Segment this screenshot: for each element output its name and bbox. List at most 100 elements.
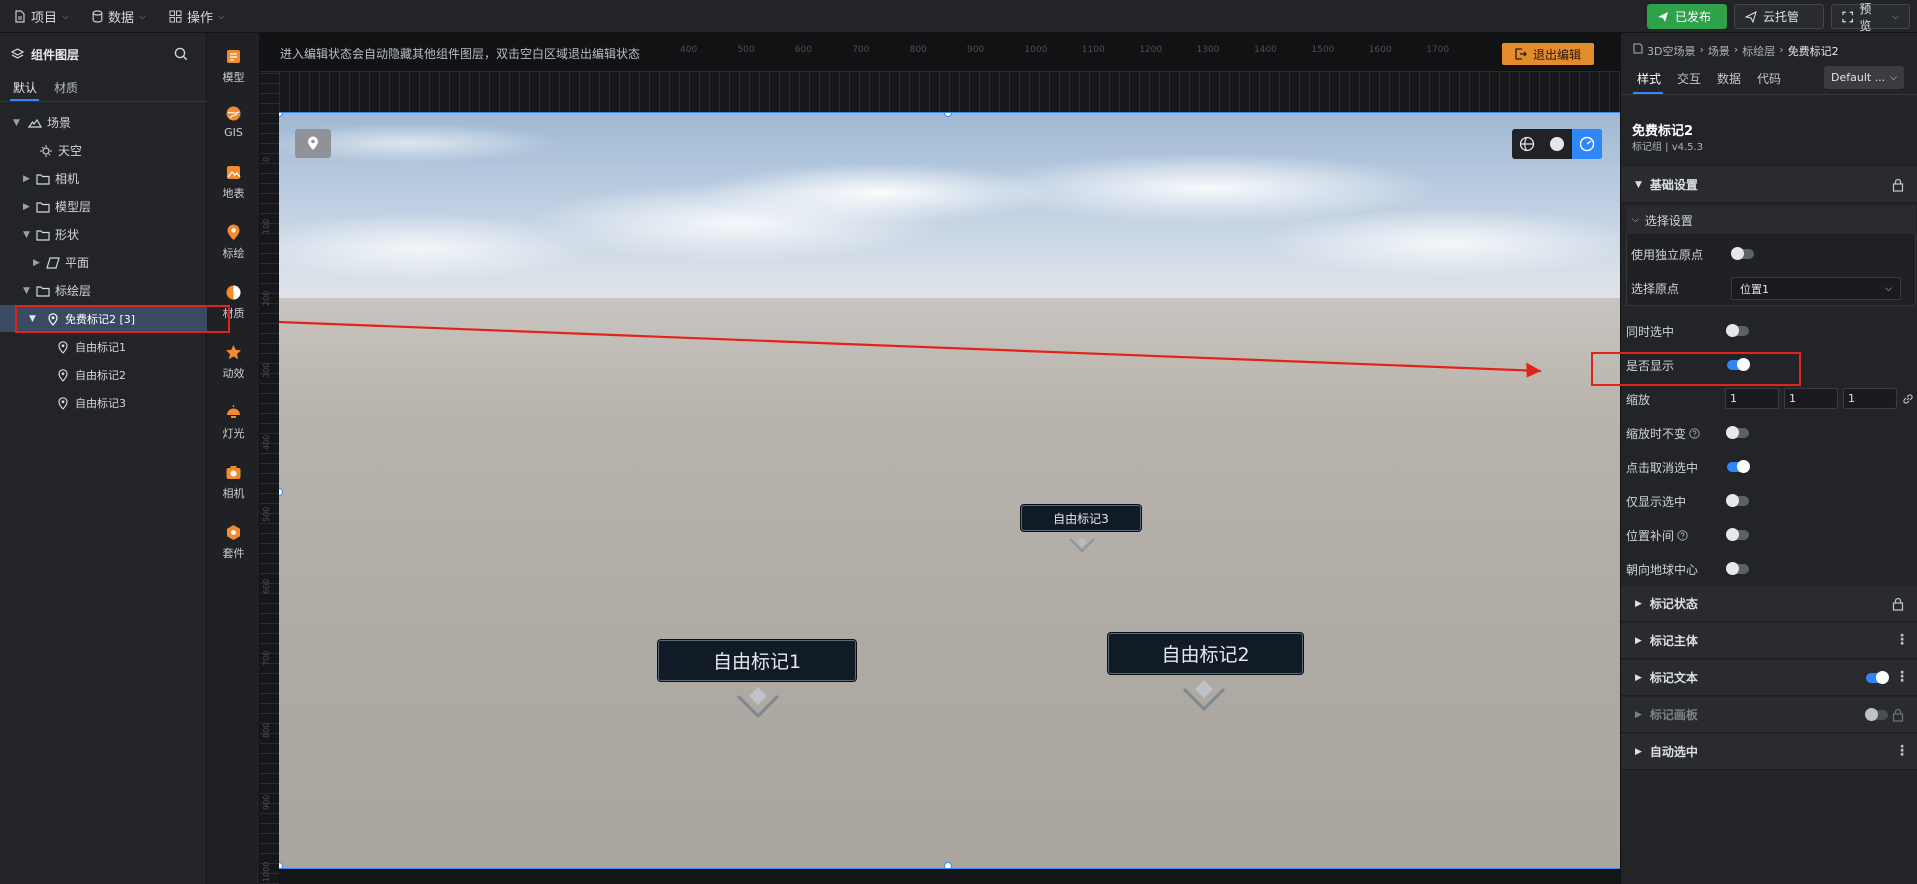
annotation-highlight-box bbox=[15, 305, 230, 333]
view-globe-button[interactable] bbox=[1512, 129, 1542, 159]
tab-default[interactable]: 默认 bbox=[13, 79, 37, 96]
caret-down-icon[interactable]: ▼ bbox=[13, 118, 23, 128]
lock-icon[interactable] bbox=[1892, 708, 1904, 722]
breadcrumb-item[interactable]: 场景 bbox=[1708, 43, 1730, 59]
property-panel: 3D空场景 › 场景 › 标绘层 › 免费标记2 样式 交互 数据 代码 Defaul… bbox=[1591, 33, 1917, 884]
publish-button[interactable]: 已发布 bbox=[1647, 4, 1727, 29]
ruler-tick-label: 300 bbox=[262, 362, 271, 378]
section-auto-select[interactable]: ▶ 自动选中 ⋮ bbox=[1621, 734, 1917, 770]
more-vertical-icon[interactable]: ⋮ bbox=[1895, 669, 1909, 685]
resize-handle[interactable] bbox=[279, 862, 283, 868]
scale-fixed-toggle[interactable] bbox=[1726, 426, 1749, 439]
section-basic[interactable]: ▼ 基础设置 bbox=[1621, 167, 1917, 203]
marker-board-toggle[interactable] bbox=[1865, 708, 1888, 721]
marker-text-toggle[interactable] bbox=[1866, 671, 1889, 684]
interpolate-toggle[interactable] bbox=[1726, 528, 1749, 541]
ruler-tick-label: 1500 bbox=[1311, 45, 1335, 55]
tree-item-plot-layer[interactable]: ▼ 标绘层 bbox=[0, 277, 207, 304]
show-selected-only-toggle[interactable] bbox=[1726, 494, 1749, 507]
marker-icon bbox=[58, 396, 68, 410]
toggle-knob bbox=[1865, 708, 1878, 721]
tree-item-marker-2[interactable]: 自由标记2 bbox=[0, 361, 207, 388]
scale-x-input[interactable]: 1 bbox=[1725, 388, 1779, 409]
tool-terrain[interactable]: 地表 bbox=[207, 154, 260, 210]
tab-material[interactable]: 材质 bbox=[54, 79, 78, 96]
scene-marker-3[interactable]: 自由标记3 bbox=[1021, 505, 1141, 531]
section-marker-text[interactable]: ▶ 标记文本 ⋮ bbox=[1621, 660, 1917, 696]
scale-y-input[interactable]: 1 bbox=[1784, 388, 1838, 409]
ruler-tick-label: 400 bbox=[262, 434, 271, 450]
tab-interaction[interactable]: 交互 bbox=[1677, 70, 1701, 87]
ruler-tick-label: 1200 bbox=[1139, 45, 1163, 55]
caret-down-icon[interactable]: ▼ bbox=[23, 230, 33, 240]
face-center-toggle[interactable] bbox=[1726, 562, 1749, 575]
breadcrumb-item[interactable]: 免费标记2 bbox=[1788, 43, 1839, 59]
view-sphere-button[interactable] bbox=[1542, 129, 1572, 159]
lock-icon[interactable] bbox=[1892, 597, 1904, 611]
menu-data[interactable]: 数据 ⌵ bbox=[92, 0, 146, 33]
caret-right-icon[interactable]: ▶ bbox=[23, 174, 33, 184]
tree-item-marker-1[interactable]: 自由标记1 bbox=[0, 333, 207, 360]
preview-button[interactable]: 预览 ⌵ bbox=[1831, 2, 1910, 33]
sphere-icon bbox=[1550, 137, 1564, 151]
menu-project[interactable]: 项目 ⌵ bbox=[14, 0, 69, 33]
tool-plot[interactable]: 标绘 bbox=[207, 214, 260, 270]
breadcrumb: 3D空场景 › 场景 › 标绘层 › 免费标记2 bbox=[1633, 43, 1839, 59]
tree-item-plane[interactable]: ▶ 平面 bbox=[0, 249, 207, 276]
prop-scale: 缩放 1 1 1 bbox=[1621, 382, 1917, 416]
use-origin-toggle[interactable] bbox=[1731, 247, 1754, 260]
tab-code[interactable]: 代码 bbox=[1757, 70, 1781, 87]
theme-select[interactable]: Default ... ⌵ bbox=[1824, 66, 1904, 89]
scale-z-input[interactable]: 1 bbox=[1843, 388, 1897, 409]
tool-model[interactable]: 模型 bbox=[207, 38, 260, 94]
ruler-tick-label: 100 bbox=[262, 218, 271, 234]
help-icon[interactable] bbox=[1689, 427, 1700, 439]
ruler-tick-label: 1600 bbox=[1368, 45, 1392, 55]
caret-right-icon[interactable]: ▶ bbox=[33, 258, 43, 268]
section-marker-body[interactable]: ▶ 标记主体 ⋮ bbox=[1621, 623, 1917, 659]
tab-data[interactable]: 数据 bbox=[1717, 70, 1741, 87]
ruler-strip bbox=[279, 72, 1620, 112]
select-settings-header[interactable]: ⌵ 选择设置 bbox=[1626, 206, 1916, 234]
section-marker-board[interactable]: ▶ 标记画板 bbox=[1621, 697, 1917, 733]
exit-edit-button[interactable]: 退出编辑 bbox=[1502, 43, 1594, 65]
cloud-host-button[interactable]: 云托管 bbox=[1734, 4, 1824, 29]
caret-down-icon[interactable]: ▼ bbox=[23, 286, 33, 296]
tool-effect[interactable]: 动效 bbox=[207, 334, 260, 390]
tree-item-model-layer[interactable]: ▶ 模型层 bbox=[0, 193, 207, 220]
search-icon[interactable] bbox=[174, 47, 188, 61]
scene-marker-2[interactable]: 自由标记2 bbox=[1108, 633, 1303, 674]
lock-icon[interactable] bbox=[1892, 178, 1904, 192]
tree-item-scene[interactable]: ▼ 场景 bbox=[0, 109, 207, 136]
breadcrumb-item[interactable]: 3D空场景 bbox=[1647, 43, 1695, 59]
caret-right-icon[interactable]: ▶ bbox=[23, 202, 33, 212]
breadcrumb-separator: › bbox=[1733, 43, 1739, 56]
scene-viewport[interactable]: 自由标记3 自由标记1 自由标记2 bbox=[279, 112, 1620, 869]
tab-style[interactable]: 样式 bbox=[1637, 70, 1661, 87]
origin-select[interactable]: 位置1 ⌵ bbox=[1731, 277, 1901, 300]
tool-gis[interactable]: GIS bbox=[207, 94, 260, 150]
more-vertical-icon[interactable]: ⋮ bbox=[1895, 743, 1909, 759]
resize-handle[interactable] bbox=[944, 862, 952, 868]
menu-operate[interactable]: 操作 ⌵ bbox=[169, 0, 225, 33]
tree-item-marker-3[interactable]: 自由标记3 bbox=[0, 389, 207, 416]
breadcrumb-item[interactable]: 标绘层 bbox=[1742, 43, 1775, 59]
section-marker-state[interactable]: ▶ 标记状态 bbox=[1621, 586, 1917, 622]
ground-plane bbox=[279, 298, 1620, 868]
tool-kit[interactable]: 套件 bbox=[207, 514, 260, 570]
more-vertical-icon[interactable]: ⋮ bbox=[1895, 632, 1909, 648]
view-orbit-button[interactable] bbox=[1572, 129, 1602, 159]
click-deselect-toggle[interactable] bbox=[1727, 460, 1750, 473]
tree-item-camera[interactable]: ▶ 相机 bbox=[0, 165, 207, 192]
link-icon[interactable] bbox=[1902, 393, 1914, 405]
grid-icon bbox=[169, 10, 182, 23]
tool-light[interactable]: 灯光 bbox=[207, 394, 260, 450]
multi-select-toggle[interactable] bbox=[1726, 324, 1749, 337]
tree-item-sky[interactable]: 天空 bbox=[0, 137, 207, 164]
tree-item-shape[interactable]: ▼ 形状 bbox=[0, 221, 207, 248]
tool-camera[interactable]: 相机 bbox=[207, 454, 260, 510]
menu-operate-label: 操作 bbox=[187, 11, 214, 26]
help-icon[interactable] bbox=[1677, 529, 1688, 541]
scene-marker-1[interactable]: 自由标记1 bbox=[658, 640, 856, 681]
locate-button[interactable] bbox=[295, 129, 331, 158]
